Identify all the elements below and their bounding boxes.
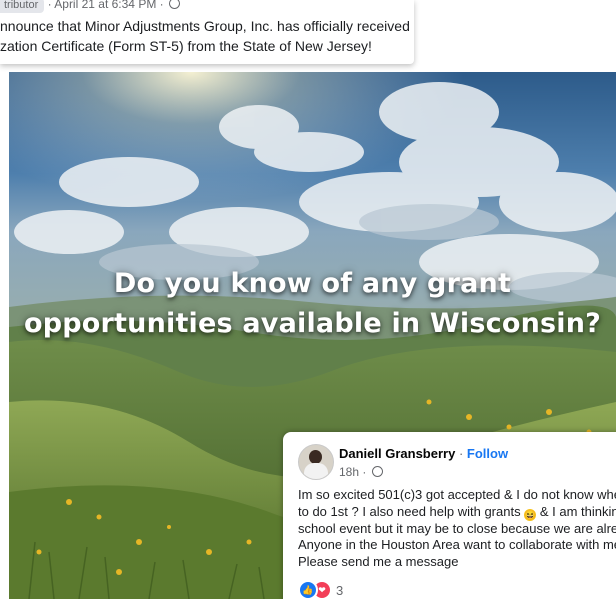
post-text: nnounce that Minor Adjustments Group, In…	[0, 17, 410, 56]
comment-line-1: Im so excited 501(c)3 got accepted & I d…	[298, 487, 616, 502]
screenshot-collage: Do you know of any grant opportunities a…	[0, 0, 616, 599]
comment-line-2: to do 1st ? I also need help with grants…	[298, 504, 616, 521]
contributor-badge: tributor	[0, 0, 45, 13]
globe-icon	[371, 466, 383, 477]
laughing-emoji-icon: 😆	[524, 508, 537, 521]
comment-timestamp-row: 18h ·	[339, 465, 383, 479]
reaction-count: 3	[336, 582, 344, 598]
reactions-summary[interactable]: 👍 ❤ 3	[298, 580, 343, 599]
comment-line-3: school event but it may be to close beca…	[298, 520, 616, 536]
author-name[interactable]: Daniell Gransberry	[339, 446, 455, 461]
comment-post-card: Daniell Gransberry · Follow 18h · Im so …	[283, 432, 616, 599]
like-reaction-icon: 👍	[298, 580, 318, 599]
post-meta: tributor · April 21 at 6:34 PM ·	[0, 0, 180, 13]
post-timestamp[interactable]: · April 21 at 6:34 PM ·	[48, 0, 164, 11]
comment-line-5: Please send me a message	[298, 554, 459, 570]
top-post-card: tributor · April 21 at 6:34 PM · nnounce…	[0, 0, 414, 64]
separator-dot: ·	[458, 446, 464, 461]
post-text-line-1: nnounce that Minor Adjustments Group, In…	[0, 18, 410, 34]
headline-line-2: opportunities available in Wisconsin?	[23, 308, 602, 339]
avatar[interactable]	[298, 444, 334, 480]
post-text-line-2: zation Certificate (Form ST-5) from the …	[0, 37, 372, 54]
comment-timestamp[interactable]: 18h ·	[339, 465, 366, 479]
comment-line-2b: & I am thinkin	[539, 503, 616, 519]
comment-text: Im so excited 501(c)3 got accepted & I d…	[298, 487, 616, 571]
comment-line-4: Anyone in the Houston Area want to colla…	[298, 537, 616, 553]
globe-icon	[169, 0, 180, 9]
headline-line-1: Do you know of any grant	[113, 268, 512, 299]
follow-button[interactable]: Follow	[467, 446, 508, 461]
author-line: Daniell Gransberry · Follow	[339, 446, 508, 461]
comment-line-2a: to do 1st ? I also need help with grants	[298, 503, 521, 519]
hero-headline: Do you know of any grant opportunities a…	[9, 264, 616, 344]
